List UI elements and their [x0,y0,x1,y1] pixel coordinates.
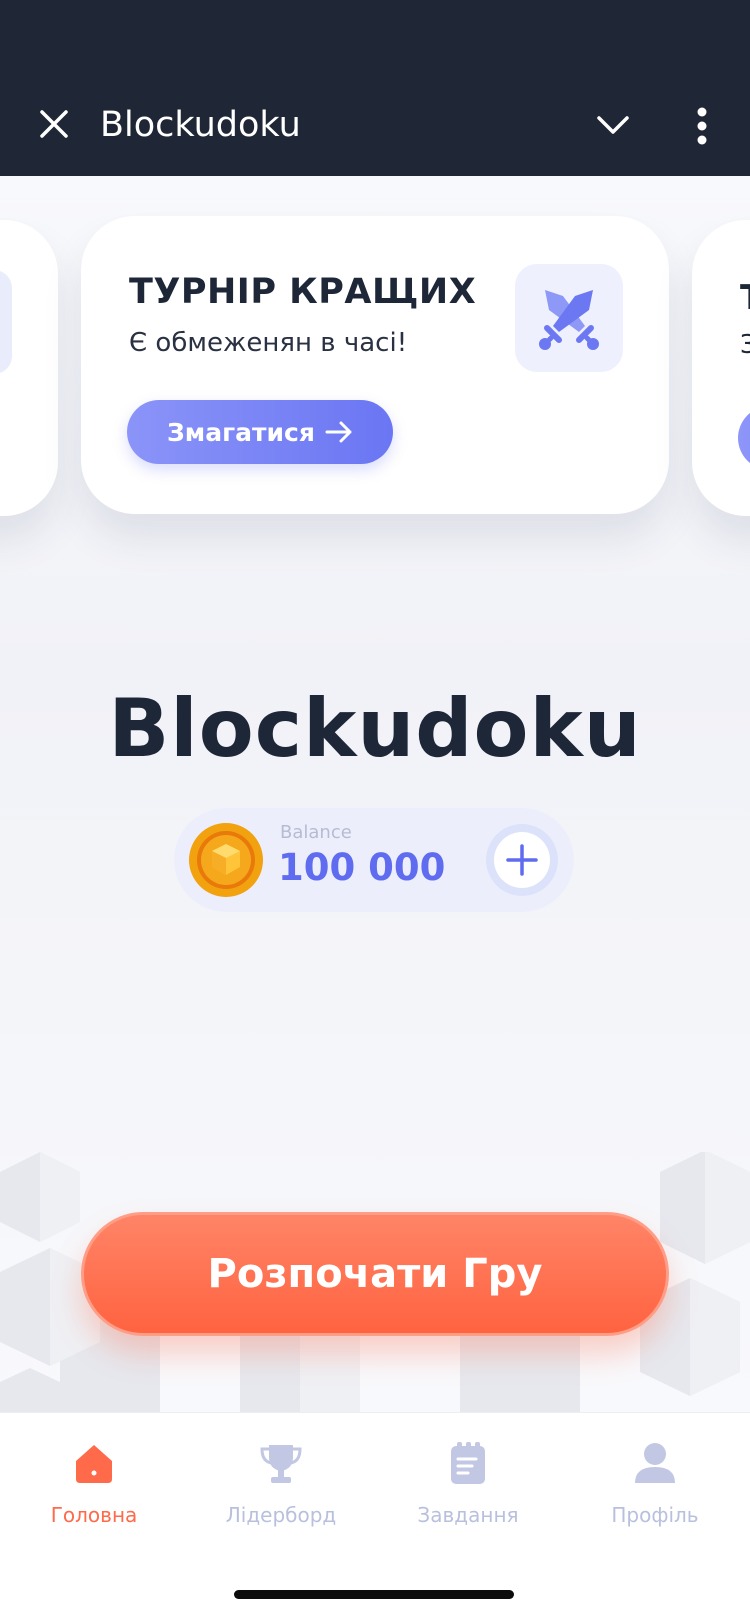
home-indicator[interactable] [234,1590,514,1599]
tab-home[interactable]: Головна [0,1441,188,1541]
app-title: Blockudoku [100,105,301,145]
card-next-title: Т [740,278,750,318]
compete-button[interactable]: Змагатися [127,400,393,464]
card-next-button[interactable] [738,406,750,470]
more-vertical-icon[interactable] [690,102,714,150]
tab-profile[interactable]: Профіль [561,1441,749,1541]
tab-leaderboard-label: Лідерборд [225,1503,337,1527]
card-next-subtitle: З [740,330,750,360]
home-icon [76,1445,112,1483]
add-balance-button[interactable] [486,824,558,896]
tab-home-label: Головна [50,1503,138,1527]
card-icon-box [0,270,12,374]
tab-tasks[interactable]: Завдання [374,1441,562,1541]
game-title: Blockudoku [108,682,642,775]
crossed-swords-icon [515,264,623,372]
tournament-card[interactable]: ТУРНІР КРАЩИХ Є обмеженян в часі! Змагат… [81,216,669,514]
tab-leaderboard[interactable]: Лідерборд [187,1441,375,1541]
app-header: Blockudoku [0,0,750,176]
tournament-title: ТУРНІР КРАЩИХ [129,272,477,312]
tournament-subtitle: Є обмеженян в часі! [129,328,408,358]
start-game-button[interactable]: Розпочати Гру [81,1212,669,1336]
chevron-down-icon[interactable] [594,108,632,142]
clipboard-icon [451,1442,485,1484]
compete-button-label: Змагатися [167,417,315,447]
balance-widget: Balance 100 000 [174,808,574,912]
tab-tasks-label: Завдання [417,1503,519,1527]
trophy-icon [260,1445,302,1483]
balance-value: 100 000 [278,846,446,889]
close-icon[interactable] [34,104,74,144]
balance-label: Balance [280,822,352,843]
main-content: ТУРНІР КРАЩИХ Є обмеженян в часі! Змагат… [0,176,750,1412]
arrow-right-icon [325,420,353,450]
plus-icon [506,844,538,876]
user-icon [635,1443,675,1483]
tab-profile-label: Профіль [611,1503,699,1527]
coin-icon [188,822,264,898]
card-previous[interactable] [0,220,58,516]
card-next[interactable]: Т З [692,220,750,516]
